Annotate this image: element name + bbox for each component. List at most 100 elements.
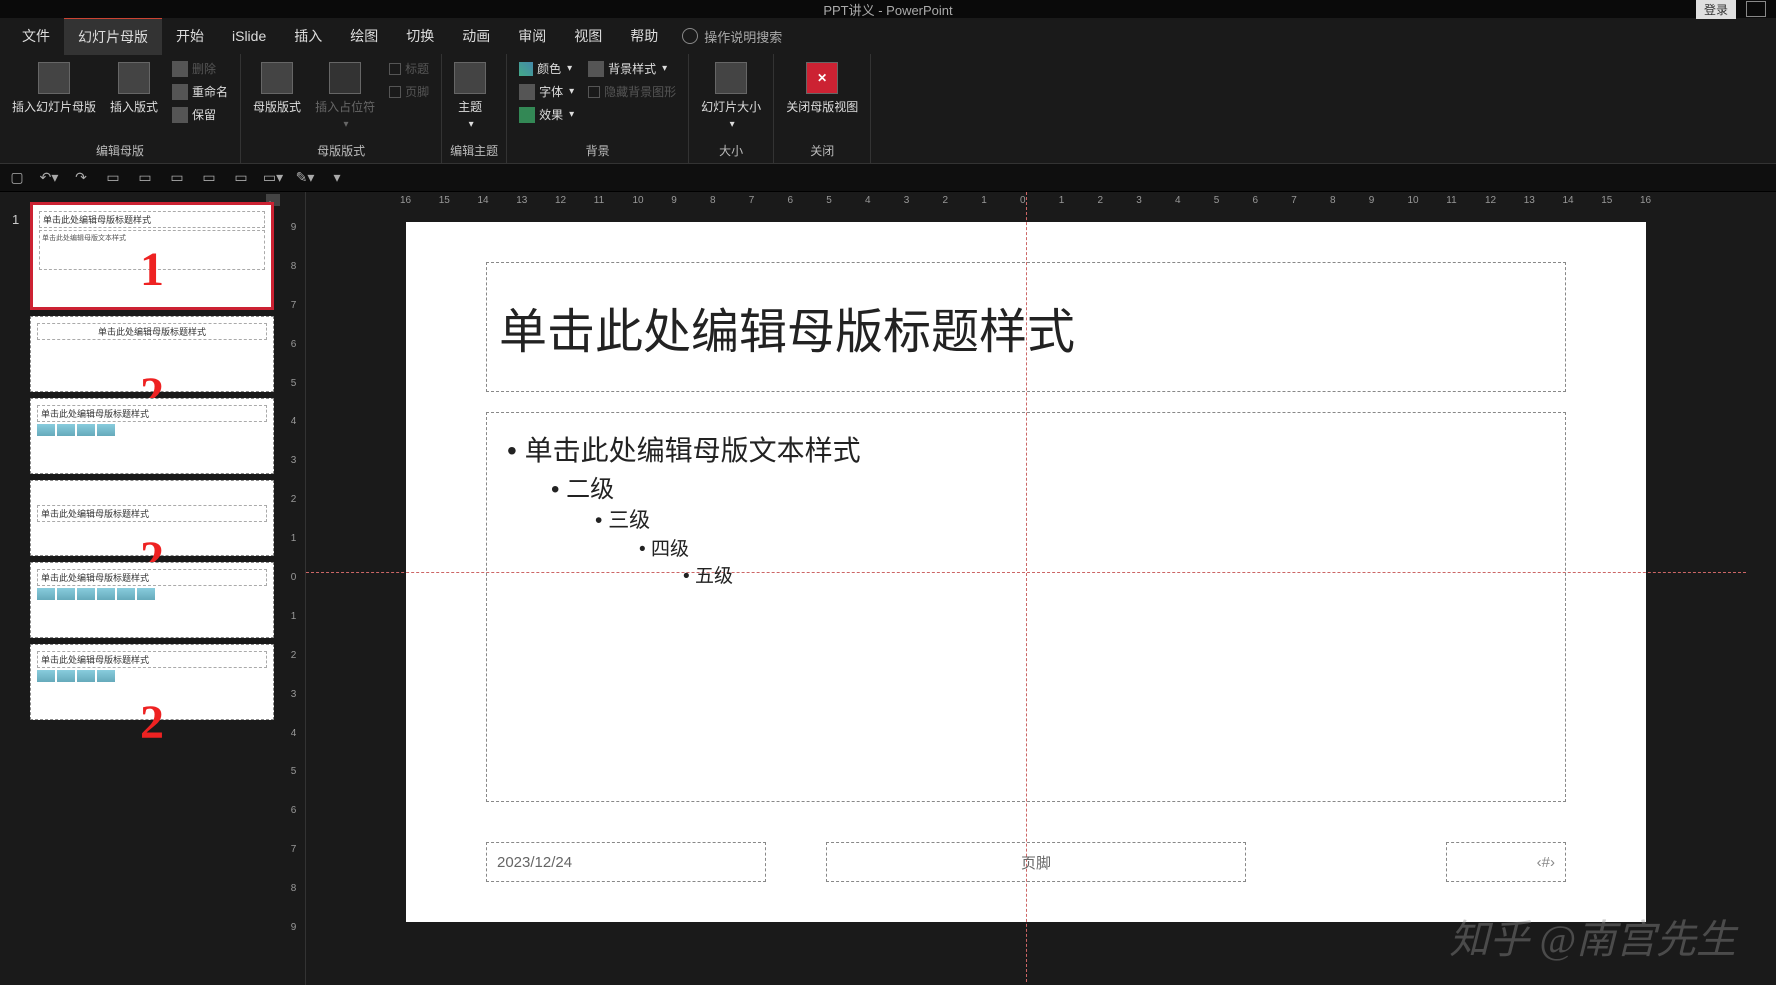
footer-placeholder[interactable]: 页脚 (826, 842, 1246, 882)
bg-styles-label: 背景样式 (608, 60, 656, 77)
ribbon-group-master-layout: 母版版式 插入占位符 ▾ 标题 页脚 母版版式 (241, 54, 442, 163)
login-button[interactable]: 登录 (1696, 0, 1736, 19)
bulb-icon (682, 28, 698, 44)
insert-slide-master-button[interactable]: 插入幻灯片母版 (8, 58, 100, 119)
thumb-title: 单击此处编辑母版标题样式 (39, 211, 265, 228)
thumbnail-panel[interactable]: ▴ 1 单击此处编辑母版标题样式 单击此处编辑母版文本样式 1 单击此处编辑母版… (0, 192, 282, 985)
body-level-5: 五级 (683, 561, 1545, 588)
pagenum-placeholder[interactable]: ‹#› (1446, 842, 1566, 882)
close-master-view-button[interactable]: ✕ 关闭母版视图 (782, 58, 862, 119)
thumb-title: 单击此处编辑母版标题样式 (37, 569, 267, 586)
qat-icon-7[interactable]: ▭ (200, 169, 218, 187)
ribbon-group-edit-theme: 主题 ▾ 编辑主题 (442, 54, 507, 163)
qat-icon-6[interactable]: ▭ (168, 169, 186, 187)
menu-draw[interactable]: 绘图 (336, 18, 392, 54)
menu-home[interactable]: 开始 (162, 18, 218, 54)
footer-text: 页脚 (1021, 852, 1051, 873)
delete-button: 删除 (168, 58, 232, 79)
master-layout-button[interactable]: 母版版式 (249, 58, 305, 119)
thumb-body (37, 588, 267, 600)
ribbon: 插入幻灯片母版 插入版式 删除 重命名 保留 编辑母版 母版版式 插入占位符 (0, 54, 1776, 164)
slide-size-button[interactable]: 幻灯片大小 ▾ (697, 58, 765, 134)
ribbon-group-background: 颜色▾ 字体▾ 效果▾ 背景样式▾ 隐藏背景图形 背景 (507, 54, 689, 163)
close-icon: ✕ (806, 62, 838, 94)
thumb-body (37, 424, 267, 436)
undo-icon[interactable]: ↶▾ (40, 169, 58, 187)
qat-icon-5[interactable]: ▭ (136, 169, 154, 187)
preserve-button[interactable]: 保留 (168, 104, 232, 125)
thumb-title: 单击此处编辑母版标题样式 (37, 505, 267, 522)
slide-editor[interactable]: 1615141312111098765432101234567891011121… (306, 192, 1776, 985)
body-placeholder[interactable]: 单击此处编辑母版文本样式 二级 三级 四级 五级 (486, 412, 1566, 802)
save-icon[interactable]: ▢ (8, 169, 26, 187)
thumb-title: 单击此处编辑母版标题样式 (37, 405, 267, 422)
chevron-down-icon: ▾ (569, 86, 574, 97)
thumb-title: 单击此处编辑母版标题样式 (37, 323, 267, 340)
from-beginning-icon[interactable]: ▭ (104, 169, 122, 187)
effects-button[interactable]: 效果▾ (515, 104, 578, 125)
menu-islide[interactable]: iSlide (218, 20, 280, 52)
insert-placeholder-button[interactable]: 插入占位符 ▾ (311, 58, 379, 134)
layout-thumbnail[interactable]: 单击此处编辑母版标题样式 (30, 398, 274, 474)
delete-icon (172, 61, 188, 77)
chevron-down-icon: ▾ (569, 109, 574, 120)
menu-help[interactable]: 帮助 (616, 18, 672, 54)
title-placeholder[interactable]: 单击此处编辑母版标题样式 (486, 262, 1566, 392)
body-level-3: 三级 (595, 504, 1545, 534)
chevron-down-icon: ▾ (730, 119, 735, 130)
qat-icon-9[interactable]: ▭▾ (264, 169, 282, 187)
effects-icon (519, 107, 535, 123)
redo-icon[interactable]: ↷ (72, 169, 90, 187)
rename-button[interactable]: 重命名 (168, 81, 232, 102)
menu-insert[interactable]: 插入 (280, 18, 336, 54)
window-maximize-icon[interactable] (1746, 1, 1766, 17)
date-placeholder[interactable]: 2023/12/24 (486, 842, 766, 882)
thumb-title: 单击此处编辑母版标题样式 (37, 651, 267, 668)
menu-animations[interactable]: 动画 (448, 18, 504, 54)
checkbox-icon (389, 86, 401, 98)
colors-label: 颜色 (537, 60, 561, 77)
slide-size-icon (715, 62, 747, 94)
title-text: 单击此处编辑母版标题样式 (499, 292, 1075, 362)
menu-view[interactable]: 视图 (560, 18, 616, 54)
layout-thumbnail[interactable]: 单击此处编辑母版标题样式 2 (30, 480, 274, 556)
layout-thumbnail[interactable]: 单击此处编辑母版标题样式 2 (30, 644, 274, 720)
tell-me-search[interactable]: 操作说明搜索 (682, 27, 782, 46)
qat-icon-10[interactable]: ✎▾ (296, 169, 314, 187)
bg-styles-button[interactable]: 背景样式▾ (584, 58, 680, 79)
preserve-icon (172, 107, 188, 123)
menu-transitions[interactable]: 切换 (392, 18, 448, 54)
chevron-down-icon: ▾ (344, 119, 349, 130)
group-label-master-layout: 母版版式 (249, 140, 433, 161)
qat-customize-icon[interactable]: ▾ (328, 169, 346, 187)
master-number: 1 (12, 212, 19, 227)
slide-canvas[interactable]: 单击此处编辑母版标题样式 单击此处编辑母版文本样式 二级 三级 四级 五级 20… (406, 222, 1646, 922)
qat-icon-8[interactable]: ▭ (232, 169, 250, 187)
fonts-button[interactable]: 字体▾ (515, 81, 578, 102)
master-thumbnail[interactable]: 1 单击此处编辑母版标题样式 单击此处编辑母版文本样式 1 (8, 202, 274, 310)
master-layout-label: 母版版式 (253, 98, 301, 115)
chevron-down-icon: ▾ (567, 63, 572, 74)
insert-placeholder-label: 插入占位符 (315, 98, 375, 115)
menu-file[interactable]: 文件 (8, 18, 64, 54)
themes-icon (454, 62, 486, 94)
themes-button[interactable]: 主题 ▾ (450, 58, 490, 134)
slide-master-icon (38, 62, 70, 94)
tell-me-label: 操作说明搜索 (704, 27, 782, 46)
layout-icon (118, 62, 150, 94)
colors-icon (519, 62, 533, 76)
delete-label: 删除 (192, 60, 216, 77)
layout-thumbnail[interactable]: 单击此处编辑母版标题样式 2 (30, 316, 274, 392)
title-checkbox: 标题 (385, 58, 433, 79)
watermark: 知乎 @南宫先生 (1449, 907, 1736, 965)
body-level-4: 四级 (639, 534, 1545, 561)
main-area: ▴ 1 单击此处编辑母版标题样式 单击此处编辑母版文本样式 1 单击此处编辑母版… (0, 192, 1776, 985)
layout-thumbnail[interactable]: 单击此处编辑母版标题样式 (30, 562, 274, 638)
menu-review[interactable]: 审阅 (504, 18, 560, 54)
vertical-ruler: 9876543210123456789 (282, 192, 306, 985)
menu-slide-master[interactable]: 幻灯片母版 (64, 17, 162, 55)
insert-layout-button[interactable]: 插入版式 (106, 58, 162, 119)
colors-button[interactable]: 颜色 ▾ (515, 58, 578, 79)
ribbon-group-size: 幻灯片大小 ▾ 大小 (689, 54, 774, 163)
title-cb-label: 标题 (405, 60, 429, 77)
